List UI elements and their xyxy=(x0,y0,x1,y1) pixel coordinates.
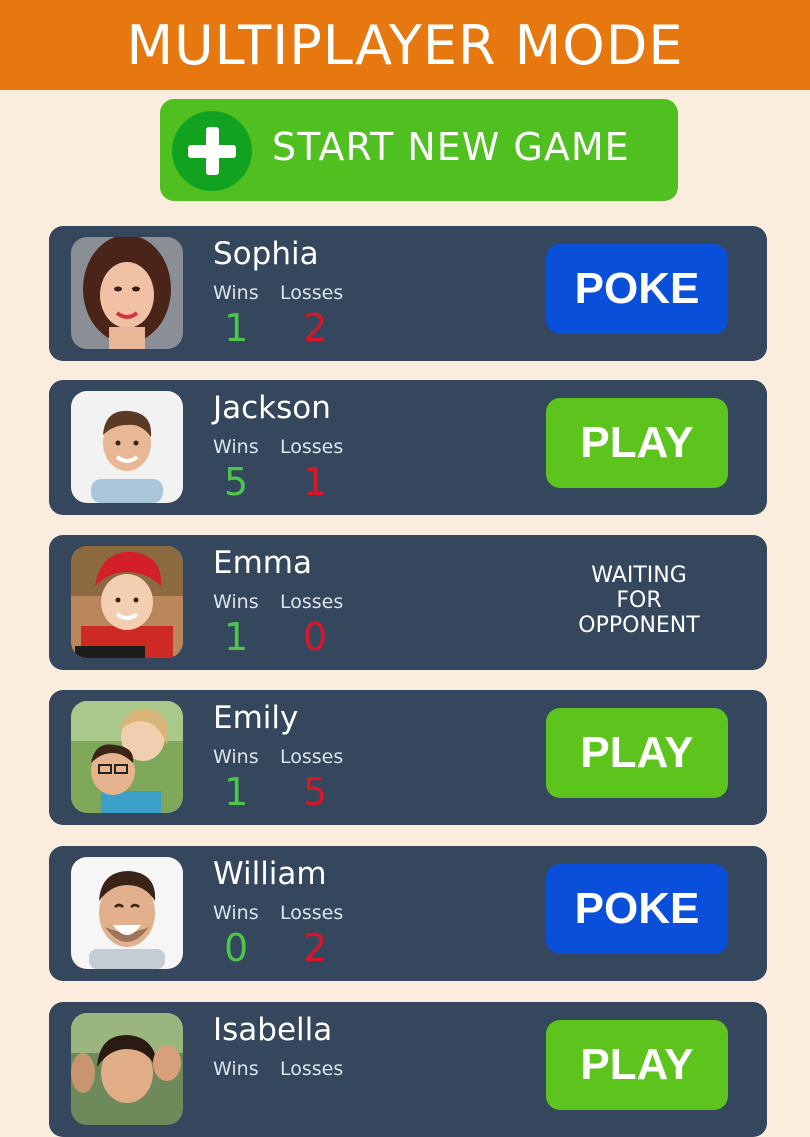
player-card-emily: Emily Wins Losses 1 5 PLAY xyxy=(49,690,767,825)
losses-count: 2 xyxy=(303,926,328,970)
page-title: MULTIPLAYER MODE xyxy=(126,13,684,77)
play-button[interactable]: PLAY xyxy=(546,708,728,798)
player-name: Isabella xyxy=(213,1012,333,1048)
losses-label: Losses xyxy=(280,591,344,613)
play-button[interactable]: PLAY xyxy=(546,1020,728,1110)
wins-count: 0 xyxy=(224,926,249,970)
losses-label: Losses xyxy=(280,746,344,768)
wins-count: 1 xyxy=(224,306,249,350)
wins-label: Wins xyxy=(213,436,259,458)
losses-count: 1 xyxy=(303,460,328,504)
poke-button[interactable]: POKE xyxy=(546,864,728,954)
wins-count: 1 xyxy=(224,615,249,659)
header-bar: MULTIPLAYER MODE xyxy=(0,0,810,90)
losses-label: Losses xyxy=(280,436,344,458)
losses-count: 5 xyxy=(303,770,328,814)
avatar xyxy=(71,1013,183,1125)
wins-count: 5 xyxy=(224,460,249,504)
losses-label: Losses xyxy=(280,1058,344,1080)
losses-label: Losses xyxy=(280,282,344,304)
player-card-william: William Wins Losses 0 2 POKE xyxy=(49,846,767,981)
player-name: Sophia xyxy=(213,236,319,272)
losses-count: 2 xyxy=(303,306,328,350)
avatar xyxy=(71,857,183,969)
avatar xyxy=(71,701,183,813)
player-card-sophia: Sophia Wins Losses 1 2 POKE xyxy=(49,226,767,361)
play-button[interactable]: PLAY xyxy=(546,398,728,488)
wins-label: Wins xyxy=(213,746,259,768)
losses-count: 0 xyxy=(303,615,328,659)
wins-count: 1 xyxy=(224,770,249,814)
player-name: Jackson xyxy=(213,390,331,426)
wins-label: Wins xyxy=(213,282,259,304)
player-name: Emily xyxy=(213,700,299,736)
player-name: Emma xyxy=(213,545,312,581)
player-card-isabella: Isabella Wins Losses PLAY xyxy=(49,1002,767,1137)
wins-label: Wins xyxy=(213,1058,259,1080)
avatar xyxy=(71,546,183,658)
avatar xyxy=(71,391,183,503)
player-card-emma: Emma Wins Losses 1 0 WAITING FOR OPPONEN… xyxy=(49,535,767,670)
plus-icon xyxy=(172,111,252,191)
wins-label: Wins xyxy=(213,902,259,924)
player-card-jackson: Jackson Wins Losses 5 1 PLAY xyxy=(49,380,767,515)
wins-label: Wins xyxy=(213,591,259,613)
waiting-status: WAITING FOR OPPONENT xyxy=(578,563,700,638)
start-new-game-button[interactable]: START NEW GAME xyxy=(160,99,678,201)
poke-button[interactable]: POKE xyxy=(546,244,728,334)
losses-label: Losses xyxy=(280,902,344,924)
avatar xyxy=(71,237,183,349)
start-new-game-label: START NEW GAME xyxy=(272,125,630,169)
player-name: William xyxy=(213,856,327,892)
